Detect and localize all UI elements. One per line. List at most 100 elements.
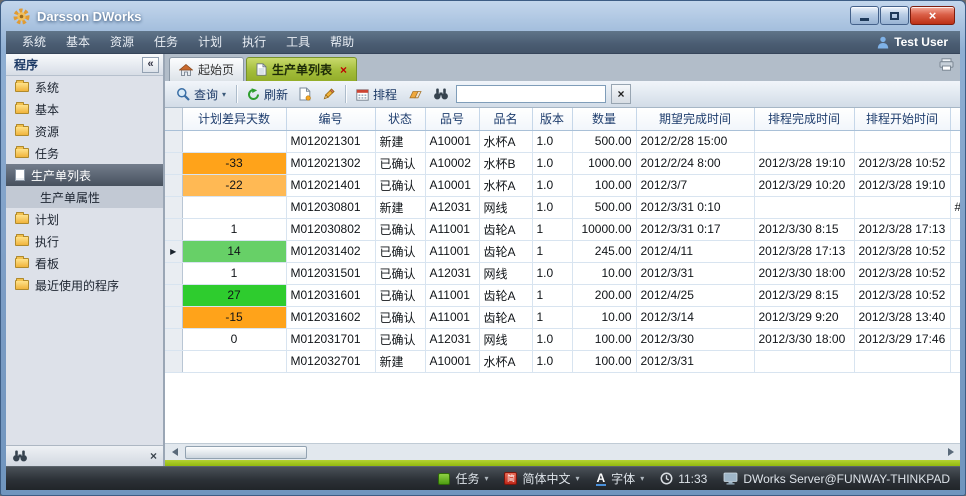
table-row[interactable]: M012030801新建A12031网线1.0500.002012/3/31 0… xyxy=(165,196,960,218)
cell-sched_start: 2012/3/28 10:52 xyxy=(854,240,950,262)
find-button[interactable] xyxy=(429,86,453,102)
sidebar-collapse-button[interactable]: « xyxy=(142,57,159,73)
row-indicator xyxy=(165,284,182,306)
column-header-status[interactable]: 状态 xyxy=(375,108,425,130)
row-indicator xyxy=(165,306,182,328)
cell-diff: 14 xyxy=(182,240,286,262)
cell-item_no: A11001 xyxy=(425,240,479,262)
minimize-button[interactable] xyxy=(850,6,879,25)
menu-item-8[interactable]: 帮助 xyxy=(320,31,364,54)
menu-item-6[interactable]: 执行 xyxy=(232,31,276,54)
table-row[interactable]: 1M012031501已确认A12031网线1.010.002012/3/312… xyxy=(165,262,960,284)
status-language[interactable]: 简 简体中文 ▾ xyxy=(504,470,579,487)
cell-status: 已确认 xyxy=(375,152,425,174)
row-indicator: ▶ xyxy=(165,240,182,262)
sidebar-item-8[interactable]: 执行 xyxy=(6,230,163,252)
table-row[interactable]: 1M012030802已确认A11001齿轮A110000.002012/3/3… xyxy=(165,218,960,240)
sidebar-item-2[interactable]: 基本 xyxy=(6,98,163,120)
tab-home[interactable]: 起始页 xyxy=(169,57,244,81)
sidebar-item-3[interactable]: 资源 xyxy=(6,120,163,142)
table-row[interactable]: 27M012031601已确认A11001齿轮A1200.002012/4/25… xyxy=(165,284,960,306)
window-controls: × xyxy=(850,6,955,25)
cell-item_no: A12031 xyxy=(425,328,479,350)
folder-icon xyxy=(15,280,29,290)
cell-expect: 2012/3/31 xyxy=(636,262,754,284)
title-bar[interactable]: Darsson DWorks xyxy=(1,1,965,31)
folder-icon xyxy=(15,258,29,268)
sidebar-item-1[interactable]: 系统 xyxy=(6,76,163,98)
close-button[interactable]: × xyxy=(910,6,955,25)
cell-qty: 100.00 xyxy=(572,174,636,196)
table-row[interactable]: ▶14M012031402已确认A11001齿轮A1245.002012/4/1… xyxy=(165,240,960,262)
table-row[interactable]: -22M012021401已确认A10001水杯A1.0100.002012/3… xyxy=(165,174,960,196)
sidebar-item-7[interactable]: 计划 xyxy=(6,208,163,230)
cell-sched_end xyxy=(754,350,854,372)
edit-button[interactable] xyxy=(318,86,339,103)
column-header-item_name[interactable]: 品名 xyxy=(479,108,532,130)
user-icon xyxy=(877,36,889,49)
column-header-no[interactable]: 编号 xyxy=(286,108,375,130)
column-header-sched_end[interactable]: 排程完成时间 xyxy=(754,108,854,130)
query-button[interactable]: 查询 ▾ xyxy=(172,84,230,105)
column-header-qty[interactable]: 数量 xyxy=(572,108,636,130)
tab-close-icon[interactable]: × xyxy=(340,63,347,77)
cell-expect: 2012/3/30 xyxy=(636,328,754,350)
status-server-label: DWorks Server@FUNWAY-THINKPAD xyxy=(743,472,950,486)
column-header-extra[interactable] xyxy=(950,108,960,130)
clear-search-button[interactable]: × xyxy=(611,84,631,104)
row-indicator xyxy=(165,328,182,350)
menu-item-2[interactable]: 基本 xyxy=(56,31,100,54)
sidebar-search-bar[interactable]: × xyxy=(6,445,163,466)
scroll-left-button[interactable] xyxy=(166,445,183,460)
maximize-button[interactable] xyxy=(880,6,909,25)
sidebar-item-9[interactable]: 看板 xyxy=(6,252,163,274)
print-button[interactable] xyxy=(939,58,954,81)
table-row[interactable]: M012032701新建A10001水杯A1.0100.002012/3/31 xyxy=(165,350,960,372)
cell-item_no: A10002 xyxy=(425,152,479,174)
sidebar-search-clear-icon[interactable]: × xyxy=(150,449,157,463)
sidebar-item-10[interactable]: 最近使用的程序 xyxy=(6,274,163,296)
new-button[interactable] xyxy=(295,85,315,103)
search-input[interactable] xyxy=(456,85,606,103)
column-header-expect[interactable]: 期望完成时间 xyxy=(636,108,754,130)
table-row[interactable]: 0M012031701已确认A12031网线1.0100.002012/3/30… xyxy=(165,328,960,350)
status-tasks[interactable]: 任务 ▾ xyxy=(438,470,488,487)
schedule-button[interactable]: 排程 xyxy=(352,84,401,105)
menu-item-5[interactable]: 计划 xyxy=(188,31,232,54)
row-indicator xyxy=(165,218,182,240)
scrollbar-thumb[interactable] xyxy=(185,446,307,459)
status-font[interactable]: A 字体 ▾ xyxy=(596,470,645,487)
user-indicator[interactable]: Test User xyxy=(877,35,954,49)
refresh-button[interactable]: 刷新 xyxy=(243,84,292,105)
column-header-sched_start[interactable]: 排程开始时间 xyxy=(854,108,950,130)
cell-item_no: A12031 xyxy=(425,262,479,284)
sidebar-item-4[interactable]: 任务 xyxy=(6,142,163,164)
sidebar-item-label: 看板 xyxy=(35,255,59,272)
tab-production-order-list[interactable]: 生产单列表 × xyxy=(246,57,357,81)
eraser-button[interactable] xyxy=(404,87,426,102)
column-header-ver[interactable]: 版本 xyxy=(532,108,572,130)
table-row[interactable]: M012021301新建A10001水杯A1.0500.002012/2/28 … xyxy=(165,130,960,152)
menu-item-7[interactable]: 工具 xyxy=(276,31,320,54)
toolbar-separator xyxy=(236,85,237,103)
menu-item-3[interactable]: 资源 xyxy=(100,31,144,54)
cell-sched_start: 2012/3/28 10:52 xyxy=(854,284,950,306)
sidebar-item-6[interactable]: 生产单属性 xyxy=(6,186,163,208)
status-bar: 任务 ▾ 简 简体中文 ▾ A 字体 ▾ 11:33 xyxy=(6,466,960,490)
table-row[interactable]: -33M012021302已确认A10002水杯B1.01000.002012/… xyxy=(165,152,960,174)
grid-header-row: 计划差异天数编号状态品号品名版本数量期望完成时间排程完成时间排程开始时间 xyxy=(165,108,960,130)
binoculars-icon[interactable] xyxy=(12,450,28,462)
sidebar-item-5[interactable]: 生产单列表 xyxy=(6,164,163,186)
column-header-diff[interactable]: 计划差异天数 xyxy=(182,108,286,130)
printer-icon xyxy=(939,58,954,71)
menu-item-1[interactable]: 系统 xyxy=(12,31,56,54)
cell-ver: 1.0 xyxy=(532,152,572,174)
horizontal-scrollbar[interactable] xyxy=(165,443,960,460)
scroll-right-button[interactable] xyxy=(942,445,959,460)
maximize-icon xyxy=(890,12,899,20)
table-row[interactable]: -15M012031602已确认A11001齿轮A110.002012/3/14… xyxy=(165,306,960,328)
scrollbar-track[interactable] xyxy=(183,445,942,460)
cell-ver: 1 xyxy=(532,240,572,262)
column-header-item_no[interactable]: 品号 xyxy=(425,108,479,130)
menu-item-4[interactable]: 任务 xyxy=(144,31,188,54)
